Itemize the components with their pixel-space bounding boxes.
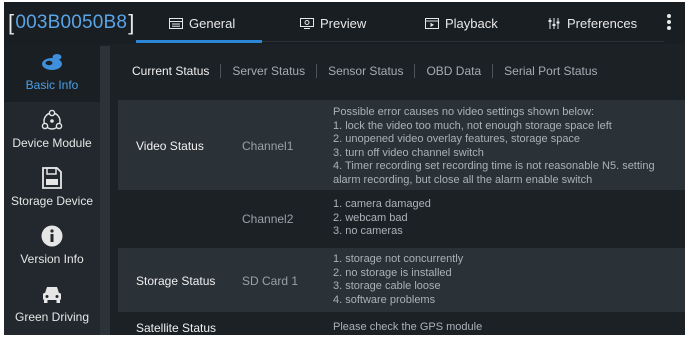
sd-card-label: SD Card 1	[242, 274, 299, 288]
subtab-server-status[interactable]: Server Status	[232, 64, 305, 78]
tab-preferences-label: Preferences	[567, 15, 638, 31]
device-id-text: 003B0050B8	[15, 12, 128, 33]
sidebar-item-version-info[interactable]: Version Info	[4, 218, 100, 276]
subtab-divider	[414, 64, 416, 78]
channel2-label: Channel2	[242, 212, 294, 226]
sidebar-item-storage-device[interactable]: Storage Device	[4, 160, 100, 218]
cause-line: 2. no storage is installed	[333, 266, 452, 279]
basic-info-icon	[42, 54, 62, 70]
car-icon	[43, 287, 61, 303]
top-bar: [ 003B0050B8 ] General Preview Playback …	[4, 2, 685, 44]
tab-preview[interactable]: Preview	[300, 2, 366, 44]
channel1-label: Channel1	[242, 139, 294, 153]
sidebar-item-device-module[interactable]: Device Module	[4, 102, 100, 160]
sidebar: Basic Info Device Module Storage Device	[4, 44, 100, 335]
main-content: Current Status Server Status Sensor Stat…	[114, 44, 685, 335]
cause-line: 1. storage not concurrently	[333, 253, 464, 265]
sidebar-item-label: Device Module	[12, 136, 92, 150]
preview-icon	[300, 17, 314, 29]
app-window: [ 003B0050B8 ] General Preview Playback …	[4, 2, 685, 335]
tab-general[interactable]: General	[169, 2, 235, 44]
subtab-obd-data[interactable]: OBD Data	[426, 64, 481, 78]
channel2-row: Channel2 1. camera damaged 2. webcam bad…	[118, 192, 685, 244]
subtab-divider	[492, 64, 494, 78]
tab-general-label: General	[189, 15, 236, 31]
cause-line: 3. storage cable loose	[333, 280, 441, 292]
cause-line: 4. Timer recording set recording time is…	[333, 160, 655, 172]
subtab-sensor-status[interactable]: Sensor Status	[328, 64, 403, 78]
subtab-divider	[220, 64, 222, 78]
bracket-close: ]	[128, 10, 135, 35]
sidebar-item-label: Basic Info	[25, 78, 79, 92]
version-info-icon	[41, 225, 63, 247]
cause-line: 3. no cameras	[333, 225, 403, 237]
subtab-divider	[316, 64, 318, 78]
tab-playback-label: Playback	[445, 15, 498, 31]
channel1-causes: Possible error causes no video settings …	[333, 106, 678, 187]
preferences-icon	[548, 17, 560, 29]
cause-line: Please check the GPS module	[333, 321, 483, 333]
cause-line: 2. unopened video overlay features, stor…	[333, 133, 581, 145]
sidebar-item-green-driving[interactable]: Green Driving	[4, 276, 100, 334]
device-id: [ 003B0050B8 ]	[8, 6, 135, 40]
general-icon	[169, 17, 183, 29]
video-status-row: Video Status Channel1 Possible error cau…	[118, 100, 685, 190]
satellite-causes: Please check the GPS module	[333, 321, 678, 335]
video-status-label: Video Status	[136, 139, 204, 153]
active-tab-indicator	[136, 40, 262, 43]
storage-status-row: Storage Status SD Card 1 1. storage not …	[118, 248, 685, 312]
sidebar-item-label: Green Driving	[14, 310, 90, 324]
sidebar-item-basic-info[interactable]: Basic Info	[4, 44, 100, 102]
subtab-current-status[interactable]: Current Status	[132, 64, 209, 78]
sidebar-scrollbar[interactable]	[100, 46, 110, 335]
status-subtabs: Current Status Server Status Sensor Stat…	[114, 44, 685, 98]
sidebar-item-label: Storage Device	[10, 194, 94, 208]
device-module-icon	[41, 109, 63, 130]
tab-playback[interactable]: Playback	[425, 2, 498, 44]
more-menu-icon[interactable]	[664, 14, 674, 34]
playback-icon	[425, 17, 439, 29]
cause-line: 1. camera damaged	[333, 198, 431, 210]
cause-line: 4. software problems	[333, 293, 436, 306]
subtab-serial-port-status[interactable]: Serial Port Status	[504, 64, 597, 78]
sidebar-item-label: Version Info	[20, 252, 84, 266]
channel2-causes: 1. camera damaged 2. webcam bad 3. no ca…	[333, 198, 678, 239]
storage-device-icon	[42, 167, 62, 189]
cause-line: 1. lock the video too much, not enough s…	[333, 119, 612, 132]
storage-status-label: Storage Status	[136, 274, 216, 288]
cause-line: 2. webcam bad	[333, 211, 408, 224]
cause-line: Possible error causes no video settings …	[333, 106, 595, 118]
satellite-status-row: Satellite Status Please check the GPS mo…	[118, 316, 685, 335]
tab-preview-label: Preview	[320, 15, 367, 31]
storage-causes: 1. storage not concurrently 2. no storag…	[333, 253, 678, 307]
cause-line: alarm recording, but close all the alarm…	[333, 173, 593, 186]
satellite-status-label: Satellite Status	[136, 321, 217, 335]
tab-preferences[interactable]: Preferences	[547, 2, 637, 44]
cause-line: 3. turn off video channel switch	[333, 146, 484, 159]
